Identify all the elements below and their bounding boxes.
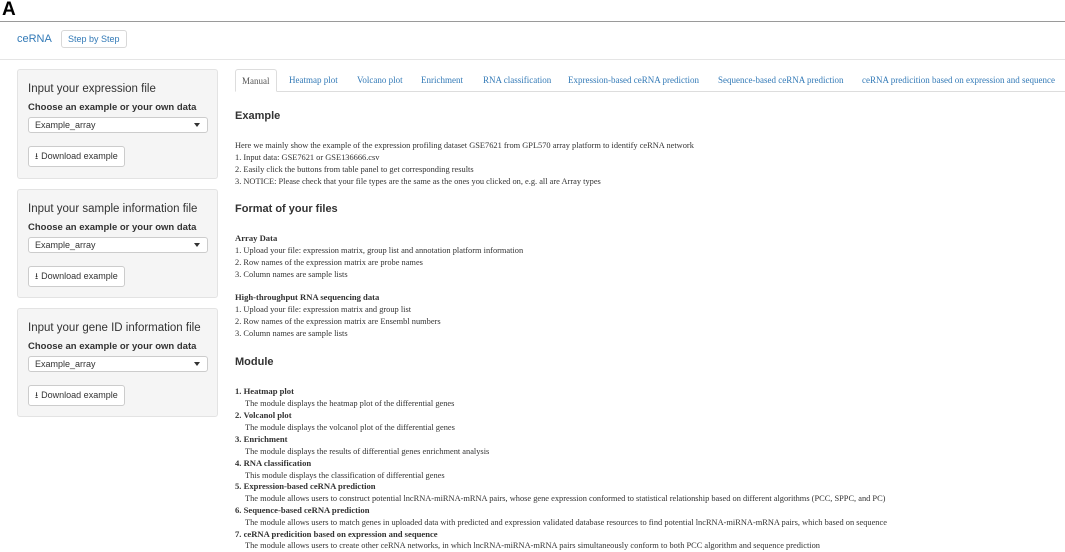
module-title: 3. Enrichment <box>235 434 288 444</box>
array-line: 1. Upload your file: expression matrix, … <box>235 246 524 255</box>
well-title: Input your expression file <box>28 83 156 95</box>
example-line: 3. NOTICE: Please check that your file t… <box>235 177 601 186</box>
rnaseq-line: 3. Column names are sample lists <box>235 329 348 338</box>
download-icon: ⭳ <box>35 151 39 161</box>
step-by-step-button[interactable]: Step by Step <box>61 30 127 48</box>
expression-file-select[interactable]: Example_array <box>28 117 208 133</box>
select-value: Example_array <box>35 120 96 130</box>
download-example-button[interactable]: ⭳ Download example <box>28 146 125 167</box>
chevron-down-icon <box>194 243 200 247</box>
module-title: 7. ceRNA predicition based on expression… <box>235 529 438 539</box>
module-desc: The module displays the results of diffe… <box>245 447 490 456</box>
tab-bar: Manual Heatmap plot Volcano plot Enrichm… <box>235 69 1065 92</box>
chevron-down-icon <box>194 123 200 127</box>
module-heading: Module <box>235 356 274 368</box>
tab-enrichment[interactable]: Enrichment <box>421 69 463 91</box>
select-value: Example_array <box>35 359 96 369</box>
chevron-down-icon <box>194 362 200 366</box>
rnaseq-line: 1. Upload your file: expression matrix a… <box>235 305 412 314</box>
module-title: 5. Expression-based ceRNA prediction <box>235 481 376 491</box>
array-data-title: Array Data <box>235 233 278 243</box>
example-line: Here we mainly show the example of the e… <box>235 141 694 150</box>
navbar: ceRNA Step by Step <box>0 23 1065 60</box>
expression-file-well: Input your expression file Choose an exa… <box>17 69 218 179</box>
rnaseq-title: High-throughput RNA sequencing data <box>235 292 380 302</box>
sample-info-file-select[interactable]: Example_array <box>28 237 208 253</box>
tab-sequence-based-cerna[interactable]: Sequence-based ceRNA prediction <box>718 69 843 91</box>
example-line: 1. Input data: GSE7621 or GSE136666.csv <box>235 153 380 162</box>
module-desc: The module allows users to create other … <box>245 541 820 550</box>
well-title: Input your sample information file <box>28 203 198 215</box>
well-title: Input your gene ID information file <box>28 322 201 334</box>
download-example-button[interactable]: ⭳ Download example <box>28 385 125 406</box>
select-value: Example_array <box>35 240 96 250</box>
module-desc: The module displays the heatmap plot of … <box>245 399 455 408</box>
well-subtitle: Choose an example or your own data <box>28 341 197 352</box>
module-title: 1. Heatmap plot <box>235 386 294 396</box>
tab-expression-based-cerna[interactable]: Expression-based ceRNA prediction <box>568 69 699 91</box>
array-line: 2. Row names of the expression matrix ar… <box>235 258 423 267</box>
module-desc: This module displays the classification … <box>245 471 445 480</box>
tab-heatmap-plot[interactable]: Heatmap plot <box>289 69 338 91</box>
gene-id-file-select[interactable]: Example_array <box>28 356 208 372</box>
module-title: 6. Sequence-based ceRNA prediction <box>235 505 370 515</box>
download-example-button[interactable]: ⭳ Download example <box>28 266 125 287</box>
navbar-brand[interactable]: ceRNA <box>17 33 52 45</box>
tab-cerna-expression-and-sequence[interactable]: ceRNA predicition based on expression an… <box>862 69 1055 91</box>
sample-info-file-well: Input your sample information file Choos… <box>17 189 218 298</box>
module-title: 4. RNA classification <box>235 458 312 468</box>
download-label: Download example <box>41 390 118 400</box>
tab-rna-classification[interactable]: RNA classification <box>483 69 551 91</box>
tab-volcano-plot[interactable]: Volcano plot <box>357 69 403 91</box>
module-desc: The module allows users to construct pot… <box>245 494 886 503</box>
download-icon: ⭳ <box>35 390 39 400</box>
gene-id-file-well: Input your gene ID information file Choo… <box>17 308 218 417</box>
download-label: Download example <box>41 271 118 281</box>
well-subtitle: Choose an example or your own data <box>28 222 197 233</box>
download-label: Download example <box>41 151 118 161</box>
download-icon: ⭳ <box>35 271 39 281</box>
tab-manual[interactable]: Manual <box>235 69 277 92</box>
array-line: 3. Column names are sample lists <box>235 270 348 279</box>
module-title: 2. Volcanol plot <box>235 410 292 420</box>
rnaseq-line: 2. Row names of the expression matrix ar… <box>235 317 441 326</box>
module-desc: The module displays the volcanol plot of… <box>245 423 455 432</box>
example-line: 2. Easily click the buttons from table p… <box>235 165 474 174</box>
module-desc: The module allows users to match genes i… <box>245 518 887 527</box>
well-subtitle: Choose an example or your own data <box>28 102 197 113</box>
figure-top-rule <box>0 21 1065 22</box>
format-heading: Format of your files <box>235 203 338 215</box>
example-heading: Example <box>235 110 281 122</box>
figure-panel-label: A <box>2 0 16 20</box>
